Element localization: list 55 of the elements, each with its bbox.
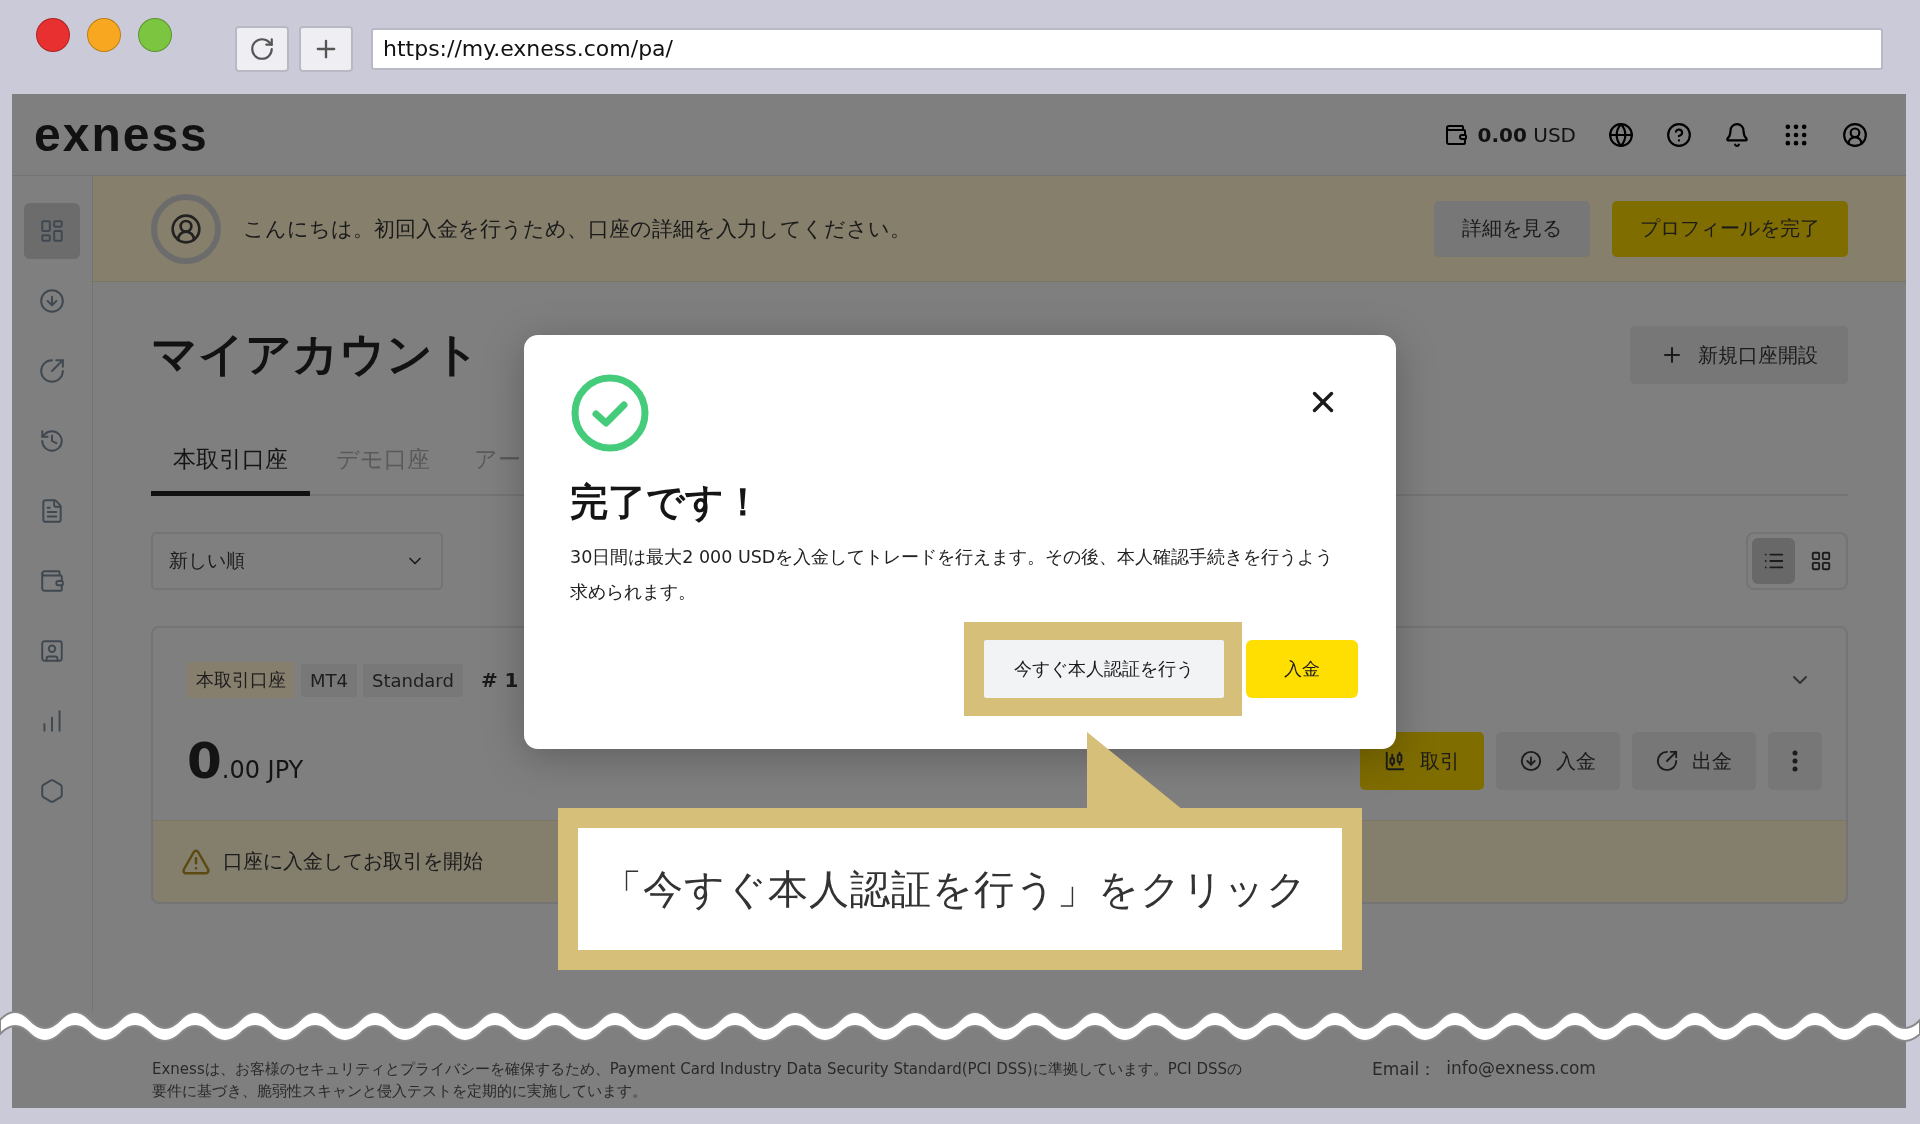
window-control-icon[interactable]: [36, 18, 70, 52]
history-icon: [39, 428, 65, 454]
logo[interactable]: exness: [34, 107, 209, 162]
callout-text: 「今すぐ本人認証を行う」をクリック: [578, 828, 1342, 950]
notice-text: 口座に入金してお取引を開始: [223, 848, 483, 875]
candlestick-icon: [1384, 750, 1406, 772]
deposit-button[interactable]: 入金: [1246, 640, 1358, 698]
download-icon: [39, 288, 65, 314]
help-icon[interactable]: [1666, 121, 1692, 148]
address-bar[interactable]: https://my.exness.com/pa/: [371, 28, 1883, 70]
wallet-icon: [1443, 122, 1468, 147]
account-tag: Standard: [363, 663, 463, 697]
wallet-icon: [39, 568, 65, 594]
profile-icon[interactable]: [1842, 121, 1868, 148]
grid-icon: [1809, 550, 1832, 572]
success-check-icon: [570, 373, 650, 453]
new-tab-button[interactable]: [299, 26, 353, 72]
account-number: # 1: [480, 668, 519, 692]
dialog-message: 30日間は最大2 000 USDを入金してトレードを行えます。その後、本人確認手続きを行うよう求められます。: [570, 546, 1335, 604]
deposit-icon: [1520, 750, 1542, 772]
verify-button[interactable]: 今すぐ本人認証を行う: [984, 640, 1224, 698]
upload-arrow-icon: [39, 358, 65, 384]
new-account-button[interactable]: 新規口座開設: [1630, 326, 1848, 384]
action-button[interactable]: 取引: [1360, 732, 1484, 790]
banner-text: こんにちは。初回入金を行うため、口座の詳細を入力してください。: [243, 215, 911, 243]
reload-icon: [249, 36, 275, 62]
user-icon: [170, 212, 202, 245]
contact-icon: [39, 638, 65, 664]
account-balance: 0.00 JPY: [187, 732, 304, 790]
details-button[interactable]: 詳細を見る: [1434, 200, 1590, 257]
action-button[interactable]: 入金: [1496, 732, 1620, 790]
hexagon-icon: [39, 778, 65, 804]
reload-button[interactable]: [235, 26, 289, 72]
withdraw-icon: [1656, 750, 1678, 772]
sidebar-item[interactable]: [24, 203, 80, 259]
page-title: マイアカウント: [151, 326, 480, 383]
document-icon: [39, 498, 65, 524]
tab[interactable]: 本取引口座: [151, 430, 310, 496]
globe-icon[interactable]: [1608, 121, 1634, 148]
more-icon: [1792, 750, 1798, 772]
dashboard-icon: [39, 218, 65, 244]
list-view-button[interactable]: [1752, 538, 1795, 584]
bell-icon[interactable]: [1724, 121, 1750, 148]
window-control-icon[interactable]: [138, 18, 172, 52]
footer-disclaimer: Exnessは、お客様のセキュリティとプライバシーを確保するため、Payment Card Industry Data Security Standard(PCI DSS)に準拠しています。PCI DSSの要件に基づき、脆弱性スキャンと侵入テストを定期的に実施しています。: [152, 1059, 1242, 1102]
sort-dropdown[interactable]: 新しい順: [151, 532, 443, 590]
more-button[interactable]: [1768, 732, 1822, 790]
dialog-title: 完了です！: [570, 479, 763, 526]
complete-profile-button[interactable]: プロフィールを完了: [1612, 200, 1848, 257]
footer-email: Email： info@exness.com: [1372, 1058, 1596, 1081]
window-control-icon[interactable]: [87, 18, 121, 52]
balance-text: 0.00 USD: [1477, 122, 1576, 147]
action-button[interactable]: 出金: [1632, 732, 1756, 790]
account-tag: MT4: [301, 663, 357, 697]
account-tag: 本取引口座: [187, 662, 295, 698]
